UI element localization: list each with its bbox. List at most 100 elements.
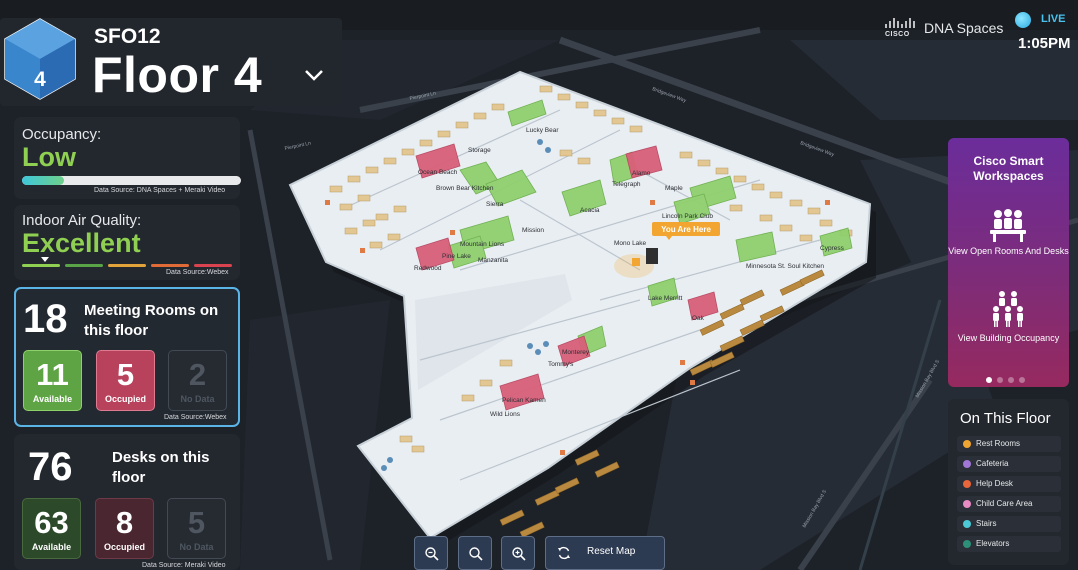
room-label: Brown Bear Kitchen [436,185,494,192]
meeting-people-icon[interactable] [988,208,1028,248]
desks-occupied-label: Occupied [103,542,145,552]
you-are-here-label: You Are Here [661,225,711,234]
smart-workspaces-title: Cisco Smart Workspaces [973,154,1044,183]
cisco-logo-icon [885,18,915,28]
view-building-occupancy-link[interactable]: View Building Occupancy [948,332,1069,344]
legend-item-help-desk[interactable]: Help Desk [957,476,1061,492]
legend-dot-icon [963,520,971,528]
legend-dot-icon [963,500,971,508]
legend-item-child-care-area[interactable]: Child Care Area [957,496,1061,512]
meeting-rooms-no-data[interactable]: 2 No Data [168,350,227,411]
desks-available-count: 63 [34,505,69,540]
legend-label: Child Care Area [976,499,1033,508]
meeting-rooms-count: 18 [23,297,68,341]
room-label: Manzanita [478,257,508,264]
occupancy-label: Occupancy: [22,126,102,143]
air-quality-scale-segment [151,264,189,267]
meeting-rooms-no-data-count: 2 [188,357,207,392]
room-label: Alamo [632,170,651,177]
air-quality-scale-segment [194,264,232,267]
current-time: 1:05PM [1018,35,1071,52]
live-label: LIVE [1041,13,1066,25]
occupancy-bar-fill [22,176,64,185]
room-label: Sierra [486,201,504,208]
on-this-floor-title: On This Floor [960,410,1051,427]
zoom-fit-button[interactable] [458,536,492,570]
carousel-dot[interactable] [986,377,992,383]
zoom-in-icon [512,547,526,561]
desks-no-data-count: 5 [187,505,206,540]
room-label: Maple [665,185,683,192]
desks-occupied-count: 8 [115,505,134,540]
desks-no-data-label: No Data [179,542,214,552]
room-label: Telegraph [612,181,641,188]
on-this-floor-panel: On This Floor Rest Rooms Cafeteria Help De… [948,399,1069,565]
carousel-dot[interactable] [1019,377,1025,383]
meeting-rooms-occupied-count: 5 [116,357,135,392]
room-label: Pine Lake [442,253,471,260]
carousel-dots[interactable] [986,370,1030,388]
desks-occupied[interactable]: 8 Occupied [95,498,154,559]
room-label: Mountain Lions [460,241,505,248]
live-indicator-icon [1015,12,1031,28]
zoom-out-icon [425,547,439,561]
meeting-rooms-source: Data Source:Webex [164,414,227,421]
legend-item-cafeteria[interactable]: Cafeteria [957,456,1061,472]
desks-available[interactable]: 63 Available [22,498,81,559]
meeting-rooms-occupied[interactable]: 5 Occupied [96,350,155,411]
cisco-wordmark: CISCO [885,31,910,38]
floor-title: Floor 4 [92,47,263,103]
room-label: Lucky Bear [526,127,559,134]
legend-dot-icon [963,440,971,448]
room-label: Cypress [820,245,845,252]
air-quality-scale-segment [65,264,103,267]
legend-item-rest-rooms[interactable]: Rest Rooms [957,436,1061,452]
desks-available-label: Available [31,542,72,552]
legend-label: Help Desk [976,479,1013,488]
room-label: Redwood [414,265,442,272]
zoom-in-button[interactable] [501,536,535,570]
room-label: Oak [692,315,705,322]
room-label: Storage [468,147,491,154]
carousel-dot[interactable] [997,377,1003,383]
zoom-out-button[interactable] [414,536,448,570]
air-quality-scale-segment [108,264,146,267]
legend-label: Stairs [976,519,997,528]
meeting-rooms-available-label: Available [32,394,73,404]
floor-selector[interactable]: 4 SFO12 Floor 4 [0,18,342,106]
room-label: Ocean Beach [418,169,458,176]
air-quality-marker [41,257,49,262]
chevron-down-icon[interactable] [304,68,324,82]
occupancy-value: Low [22,142,76,172]
legend-label: Cafeteria [976,459,1009,468]
carousel-dot[interactable] [1008,377,1014,383]
view-open-rooms-link[interactable]: View Open Rooms And Desks [948,245,1069,257]
desks-panel[interactable]: 76 Desks on this floor 63 Available 8 Oc… [14,434,240,570]
meeting-rooms-panel[interactable]: 18 Meeting Rooms on this floor 11 Availa… [14,287,240,427]
meeting-rooms-no-data-label: No Data [180,394,215,404]
reset-map-label: Reset Map [587,546,636,557]
legend-item-stairs[interactable]: Stairs [957,516,1061,532]
air-quality-scale-segment [22,264,60,267]
room-label: Pelican Kamen [502,397,546,404]
room-label: Mission [522,227,544,234]
occupancy-bar [22,176,241,185]
occupancy-panel: Occupancy: Low Data Source: DNA Spaces +… [14,117,241,199]
meeting-rooms-available-count: 11 [36,357,69,392]
zoom-fit-icon [469,547,483,561]
legend-label: Elevators [976,539,1010,548]
refresh-icon [558,546,570,560]
desks-title: Desks on this floor [112,449,210,486]
room-label: Mono Lake [614,240,647,247]
building-occupancy-icon[interactable] [988,290,1028,330]
legend-dot-icon [963,480,971,488]
legend-dot-icon [963,540,971,548]
legend-item-elevators[interactable]: Elevators [957,536,1061,552]
meeting-rooms-occupied-label: Occupied [104,394,146,404]
reset-map-button[interactable]: Reset Map [545,536,665,570]
desks-no-data[interactable]: 5 No Data [167,498,226,559]
air-quality-value: Excellent [22,228,141,258]
legend-dot-icon [963,460,971,468]
air-quality-panel: Indoor Air Quality: Excellent Data Sourc… [14,205,240,280]
meeting-rooms-available[interactable]: 11 Available [23,350,82,411]
